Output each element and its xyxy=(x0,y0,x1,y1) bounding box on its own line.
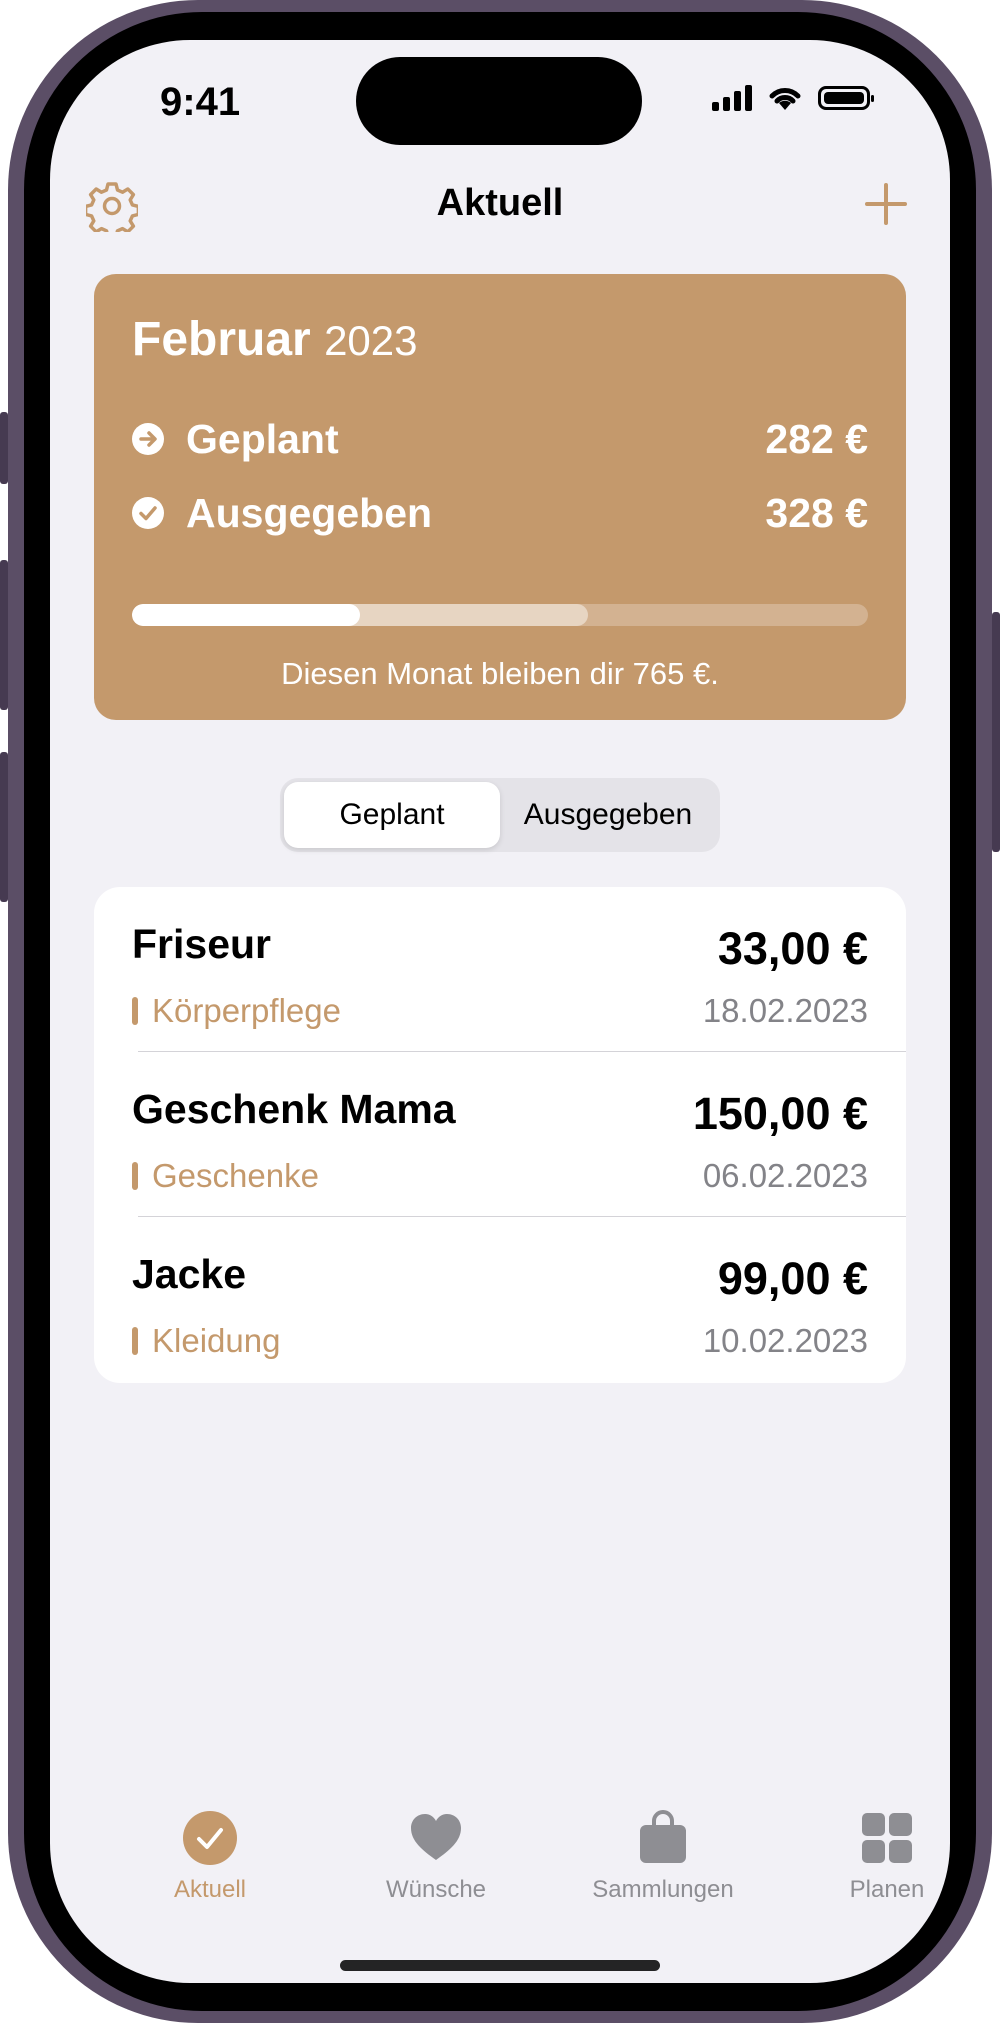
expense-date: 06.02.2023 xyxy=(702,1157,868,1194)
expense-category-label: Geschenke xyxy=(152,1157,319,1194)
tab-sammlungen[interactable]: Sammlungen xyxy=(563,1810,763,1904)
cellular-signal-icon xyxy=(712,85,752,111)
expense-category: Geschenke xyxy=(132,1157,319,1195)
list-item[interactable]: Jacke Kleidung 99,00 € 10.02.2023 xyxy=(94,1217,906,1382)
category-marker xyxy=(132,1162,138,1190)
expense-category: Körperpflege xyxy=(132,992,341,1030)
expense-amount: 99,00 € xyxy=(717,1253,868,1304)
spent-progress xyxy=(132,604,361,626)
grid-icon xyxy=(859,1810,915,1866)
checkmark-circle-icon xyxy=(132,497,164,529)
spent-row: Ausgegeben 328 € xyxy=(132,488,868,538)
remaining-budget-note: Diesen Monat bleiben dir 765 €. xyxy=(281,656,719,691)
expense-category-label: Körperpflege xyxy=(152,992,341,1029)
battery-icon xyxy=(818,86,874,110)
budget-progress-bar xyxy=(132,604,868,626)
bag-icon xyxy=(635,1810,691,1866)
expense-date: 18.02.2023 xyxy=(702,992,868,1029)
volume-down-button xyxy=(0,752,8,902)
status-icons xyxy=(712,84,874,112)
planned-value: 282 € xyxy=(765,415,868,462)
list-item[interactable]: Geschenk Mama Geschenke 150,00 € 06.02.2… xyxy=(94,1052,906,1217)
expense-list: Friseur Körperpflege 33,00 € 18.02.2023 … xyxy=(94,887,906,1383)
checkmark-circle-icon xyxy=(182,1810,238,1866)
tab-label: Sammlungen xyxy=(592,1876,734,1903)
category-marker xyxy=(132,997,138,1025)
silent-switch xyxy=(0,412,8,484)
card-year: 2023 xyxy=(324,317,418,364)
tab-label: Planen xyxy=(849,1876,925,1903)
dynamic-island xyxy=(356,57,642,145)
expense-amount: 150,00 € xyxy=(692,1088,868,1139)
spent-value: 328 € xyxy=(765,489,868,536)
expense-name: Geschenk Mama xyxy=(132,1086,456,1132)
tab-label: Wünsche xyxy=(385,1876,487,1903)
home-indicator[interactable] xyxy=(340,1960,660,1971)
card-month-heading: Februar 2023 xyxy=(132,312,418,367)
expense-date: 10.02.2023 xyxy=(702,1322,868,1359)
segmented-control: Geplant Ausgegeben xyxy=(280,778,720,852)
tab-aktuell[interactable]: Aktuell xyxy=(110,1810,310,1904)
card-month: Februar xyxy=(132,313,311,366)
heart-icon xyxy=(408,1810,464,1866)
power-button xyxy=(992,612,1000,852)
tab-planen[interactable]: Planen xyxy=(787,1810,950,1904)
category-marker xyxy=(132,1327,138,1355)
expense-amount: 33,00 € xyxy=(717,923,868,974)
volume-up-button xyxy=(0,560,8,710)
wifi-icon xyxy=(769,88,801,110)
screen: 9:41 Aktuell Februar 2023 Geplant 282 € … xyxy=(50,40,950,1983)
add-icon[interactable] xyxy=(862,180,910,228)
segment-planned[interactable]: Geplant xyxy=(284,782,500,848)
tab-label: Aktuell xyxy=(173,1876,247,1903)
expense-name: Friseur xyxy=(132,921,271,967)
arrow-right-circle-icon xyxy=(132,423,164,455)
expense-category: Kleidung xyxy=(132,1322,280,1360)
planned-row: Geplant 282 € xyxy=(132,414,868,464)
month-summary-card: Februar 2023 Geplant 282 € Ausgegeben 32… xyxy=(94,274,906,720)
page-title: Aktuell xyxy=(436,182,564,224)
expense-name: Jacke xyxy=(132,1251,247,1297)
segment-spent[interactable]: Ausgegeben xyxy=(500,782,716,848)
tab-bar: Aktuell Wünsche Sammlungen Planen xyxy=(50,1810,950,1930)
expense-category-label: Kleidung xyxy=(152,1322,281,1359)
list-item[interactable]: Friseur Körperpflege 33,00 € 18.02.2023 xyxy=(94,887,906,1052)
status-time: 9:41 xyxy=(160,80,241,124)
spent-label: Ausgegeben xyxy=(186,489,433,536)
planned-label: Geplant xyxy=(186,415,339,462)
tab-wuensche[interactable]: Wünsche xyxy=(336,1810,536,1904)
